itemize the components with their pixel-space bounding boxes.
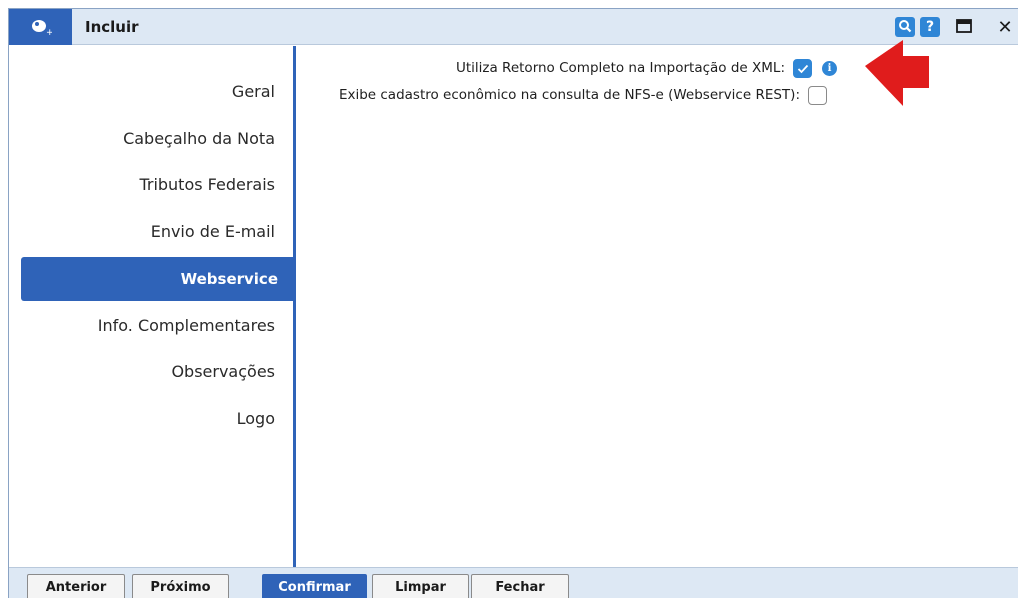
window-title: Incluir	[85, 18, 139, 36]
help-icon: ?	[925, 19, 935, 35]
sidebar-nav: Geral Cabeçalho da Nota Tributos Federai…	[9, 46, 296, 567]
limpar-button[interactable]: Limpar	[372, 574, 469, 598]
sidebar-item-webservice[interactable]: Webservice	[21, 257, 296, 301]
field-cadastro-economico: Exibe cadastro econômico na consulta de …	[339, 83, 827, 107]
close-button[interactable]: ✕	[995, 16, 1015, 38]
sidebar-item-observacoes[interactable]: Observações	[171, 350, 275, 394]
dialog-window: + Incluir ? ✕ Geral Cabeçalho da Nota Tr…	[8, 8, 1018, 598]
fechar-button[interactable]: Fechar	[471, 574, 569, 598]
field-label: Utiliza Retorno Completo na Importação d…	[455, 60, 785, 76]
svg-text:+: +	[46, 28, 52, 36]
sidebar-item-envio-de-email[interactable]: Envio de E-mail	[151, 210, 275, 254]
field-retorno-completo: Utiliza Retorno Completo na Importação d…	[456, 56, 837, 80]
retorno-completo-checkbox[interactable]	[793, 58, 812, 78]
cadastro-economico-checkbox[interactable]	[808, 85, 827, 105]
anterior-button[interactable]: Anterior	[27, 574, 125, 598]
maximize-icon	[956, 18, 972, 37]
search-button[interactable]	[895, 17, 915, 37]
sidebar-item-logo[interactable]: Logo	[237, 397, 275, 441]
field-label: Exibe cadastro econômico na consulta de …	[338, 87, 800, 103]
info-icon[interactable]: i	[822, 60, 837, 76]
sidebar-item-tributos-federais[interactable]: Tributos Federais	[139, 163, 275, 207]
help-button[interactable]: ?	[920, 17, 940, 37]
confirmar-button[interactable]: Confirmar	[262, 574, 367, 598]
sidebar-item-geral[interactable]: Geral	[232, 70, 275, 114]
close-icon: ✕	[997, 16, 1013, 38]
checkmark-icon	[797, 59, 809, 78]
maximize-button[interactable]	[954, 17, 974, 37]
content-panel: Utiliza Retorno Completo na Importação d…	[296, 40, 1018, 567]
sidebar-item-cabecalho-da-nota[interactable]: Cabeçalho da Nota	[123, 117, 275, 161]
proximo-button[interactable]: Próximo	[132, 574, 229, 598]
bottom-toolbar: Anterior Próximo Confirmar Limpar Fechar	[9, 567, 1018, 598]
search-icon	[898, 18, 912, 37]
sidebar-item-info-complementares[interactable]: Info. Complementares	[98, 304, 275, 348]
red-arrow-icon	[863, 38, 933, 120]
app-logo-icon: +	[9, 9, 72, 45]
